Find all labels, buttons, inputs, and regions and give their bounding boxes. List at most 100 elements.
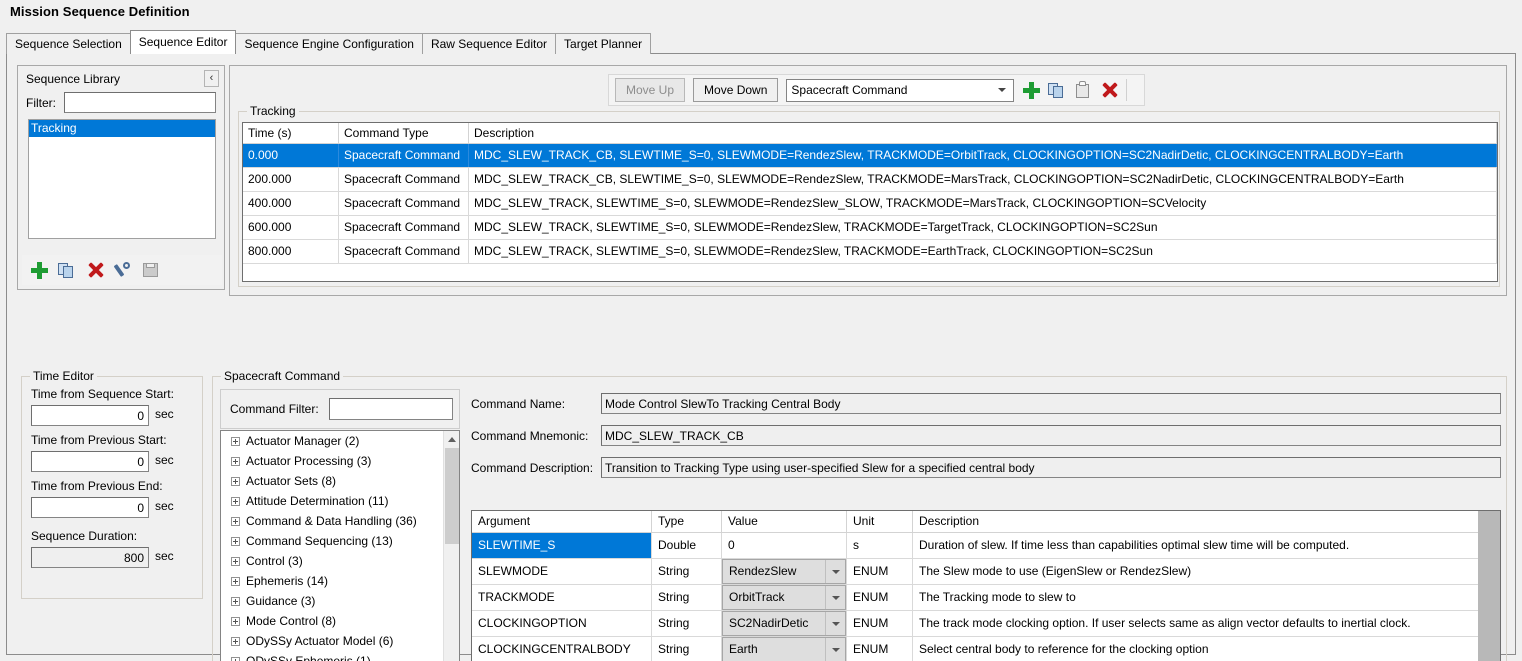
expand-icon[interactable] bbox=[231, 517, 240, 526]
delete-command-icon[interactable] bbox=[1100, 81, 1118, 99]
table-row[interactable]: 400.000Spacecraft CommandMDC_SLEW_TRACK,… bbox=[243, 192, 1497, 216]
command-tree-vertical-scrollbar[interactable] bbox=[443, 431, 459, 661]
tree-item[interactable]: Actuator Sets (8) bbox=[221, 471, 459, 491]
argument-row[interactable]: SLEWMODEStringRendezSlewENUMThe Slew mod… bbox=[472, 559, 1500, 585]
argument-value-combobox[interactable]: Earth bbox=[722, 637, 846, 661]
command-filter-input[interactable] bbox=[329, 398, 453, 420]
argument-column-header[interactable]: Type bbox=[652, 511, 722, 532]
paste-command-icon[interactable] bbox=[1074, 81, 1092, 99]
tree-item[interactable]: Command Sequencing (13) bbox=[221, 531, 459, 551]
expand-icon[interactable] bbox=[231, 657, 240, 661]
copy-command-icon[interactable] bbox=[1048, 81, 1066, 99]
argument-column-header[interactable]: Description bbox=[913, 511, 1500, 532]
tab-sequence-editor[interactable]: Sequence Editor bbox=[130, 30, 237, 54]
tab-target-planner[interactable]: Target Planner bbox=[555, 33, 651, 54]
command-type-combobox[interactable]: Spacecraft Command bbox=[786, 79, 1014, 102]
chevron-down-icon[interactable] bbox=[825, 560, 845, 583]
argument-row[interactable]: CLOCKINGOPTIONStringSC2NadirDeticENUMThe… bbox=[472, 611, 1500, 637]
expand-icon[interactable] bbox=[231, 617, 240, 626]
tree-item[interactable]: ODySSy Ephemeris (1) bbox=[221, 651, 459, 661]
chevron-down-icon[interactable] bbox=[825, 638, 845, 661]
time-field-input[interactable]: 0 bbox=[31, 405, 149, 426]
expand-icon[interactable] bbox=[231, 537, 240, 546]
argument-value-cell[interactable]: SC2NadirDetic bbox=[722, 611, 847, 636]
table-row[interactable]: 0.000Spacecraft CommandMDC_SLEW_TRACK_CB… bbox=[243, 144, 1497, 168]
expand-icon[interactable] bbox=[231, 637, 240, 646]
scrollbar-thumb[interactable] bbox=[445, 448, 459, 544]
list-item[interactable]: Tracking bbox=[29, 120, 215, 137]
tree-item[interactable]: Control (3) bbox=[221, 551, 459, 571]
tree-item[interactable]: Command & Data Handling (36) bbox=[221, 511, 459, 531]
argument-row[interactable]: CLOCKINGCENTRALBODYStringEarthENUMSelect… bbox=[472, 637, 1500, 661]
argument-value-cell[interactable]: RendezSlew bbox=[722, 559, 847, 584]
argument-value-cell[interactable]: 0 bbox=[722, 533, 847, 558]
sequence-library-title: Sequence Library bbox=[26, 72, 120, 86]
chevron-down-icon[interactable] bbox=[825, 586, 845, 609]
table-row[interactable]: 200.000Spacecraft CommandMDC_SLEW_TRACK_… bbox=[243, 168, 1497, 192]
expand-icon[interactable] bbox=[231, 457, 240, 466]
tree-item[interactable]: Actuator Manager (2) bbox=[221, 431, 459, 451]
sequence-library-list[interactable]: Tracking bbox=[28, 119, 216, 239]
argument-value-cell[interactable]: OrbitTrack bbox=[722, 585, 847, 610]
command-tree[interactable]: Actuator Manager (2)Actuator Processing … bbox=[220, 430, 460, 661]
detail-value[interactable]: MDC_SLEW_TRACK_CB bbox=[601, 425, 1501, 446]
move-down-button[interactable]: Move Down bbox=[693, 78, 778, 102]
tree-item[interactable]: Guidance (3) bbox=[221, 591, 459, 611]
argument-value-cell[interactable]: Earth bbox=[722, 637, 847, 661]
argument-value-combobox[interactable]: OrbitTrack bbox=[722, 585, 846, 610]
sequence-filter-input[interactable] bbox=[64, 92, 216, 113]
argument-grid[interactable]: ArgumentTypeValueUnitDescription SLEWTIM… bbox=[471, 510, 1501, 661]
expand-icon[interactable] bbox=[231, 437, 240, 446]
time-field-input[interactable]: 0 bbox=[31, 451, 149, 472]
tab-sequence-selection[interactable]: Sequence Selection bbox=[6, 33, 131, 54]
detail-value[interactable]: Mode Control SlewTo Tracking Central Bod… bbox=[601, 393, 1501, 414]
command-toolbar: Move Up Move Down Spacecraft Command bbox=[608, 74, 1145, 106]
configure-icon[interactable] bbox=[114, 261, 132, 279]
tree-item[interactable]: Ephemeris (14) bbox=[221, 571, 459, 591]
argument-row[interactable]: TRACKMODEStringOrbitTrackENUMThe Trackin… bbox=[472, 585, 1500, 611]
column-header[interactable]: Command Type bbox=[339, 123, 469, 143]
chevron-down-icon[interactable] bbox=[825, 612, 845, 635]
chevron-down-icon[interactable] bbox=[991, 80, 1013, 101]
table-row[interactable]: 800.000Spacecraft CommandMDC_SLEW_TRACK,… bbox=[243, 240, 1497, 264]
time-field-input[interactable]: 0 bbox=[31, 497, 149, 518]
argument-value-combobox[interactable]: RendezSlew bbox=[722, 559, 846, 584]
argument-column-header[interactable]: Value bbox=[722, 511, 847, 532]
move-up-button[interactable]: Move Up bbox=[615, 78, 685, 102]
time-field-label: Time from Previous Start: bbox=[31, 433, 167, 447]
time-field-unit: sec bbox=[155, 549, 174, 563]
argument-value-combobox[interactable]: SC2NadirDetic bbox=[722, 611, 846, 636]
copy-icon[interactable] bbox=[58, 261, 76, 279]
expand-icon[interactable] bbox=[231, 577, 240, 586]
add-command-icon[interactable] bbox=[1022, 81, 1040, 99]
delete-icon[interactable] bbox=[86, 261, 104, 279]
collapse-panel-button[interactable]: ‹ bbox=[204, 70, 219, 87]
tracking-grid[interactable]: Time (s)Command TypeDescription 0.000Spa… bbox=[242, 122, 1498, 282]
cell-description: MDC_SLEW_TRACK_CB, SLEWTIME_S=0, SLEWMOD… bbox=[469, 144, 1497, 167]
scroll-up-icon[interactable] bbox=[444, 431, 460, 447]
argument-row[interactable]: SLEWTIME_SDouble0sDuration of slew. If t… bbox=[472, 533, 1500, 559]
column-header[interactable]: Description bbox=[469, 123, 1497, 143]
tab-raw-sequence-editor[interactable]: Raw Sequence Editor bbox=[422, 33, 556, 54]
tree-item-label: Actuator Processing (3) bbox=[246, 451, 371, 471]
tree-item[interactable]: Attitude Determination (11) bbox=[221, 491, 459, 511]
save-icon[interactable] bbox=[142, 261, 160, 279]
argument-value: OrbitTrack bbox=[729, 590, 785, 604]
table-row[interactable]: 600.000Spacecraft CommandMDC_SLEW_TRACK,… bbox=[243, 216, 1497, 240]
column-header[interactable]: Time (s) bbox=[243, 123, 339, 143]
tree-item[interactable]: Actuator Processing (3) bbox=[221, 451, 459, 471]
tree-item[interactable]: Mode Control (8) bbox=[221, 611, 459, 631]
tree-item[interactable]: ODySSy Actuator Model (6) bbox=[221, 631, 459, 651]
expand-icon[interactable] bbox=[231, 477, 240, 486]
expand-icon[interactable] bbox=[231, 557, 240, 566]
argument-column-header[interactable]: Argument bbox=[472, 511, 652, 532]
expand-icon[interactable] bbox=[231, 497, 240, 506]
expand-icon[interactable] bbox=[231, 597, 240, 606]
argument-column-header[interactable]: Unit bbox=[847, 511, 913, 532]
argument-description: Select central body to reference for the… bbox=[913, 637, 1500, 661]
scroll-down-icon[interactable] bbox=[444, 655, 460, 661]
tree-item-label: Command Sequencing (13) bbox=[246, 531, 393, 551]
add-icon[interactable] bbox=[30, 261, 48, 279]
tab-sequence-engine-configuration[interactable]: Sequence Engine Configuration bbox=[235, 33, 422, 54]
detail-value[interactable]: Transition to Tracking Type using user-s… bbox=[601, 457, 1501, 478]
